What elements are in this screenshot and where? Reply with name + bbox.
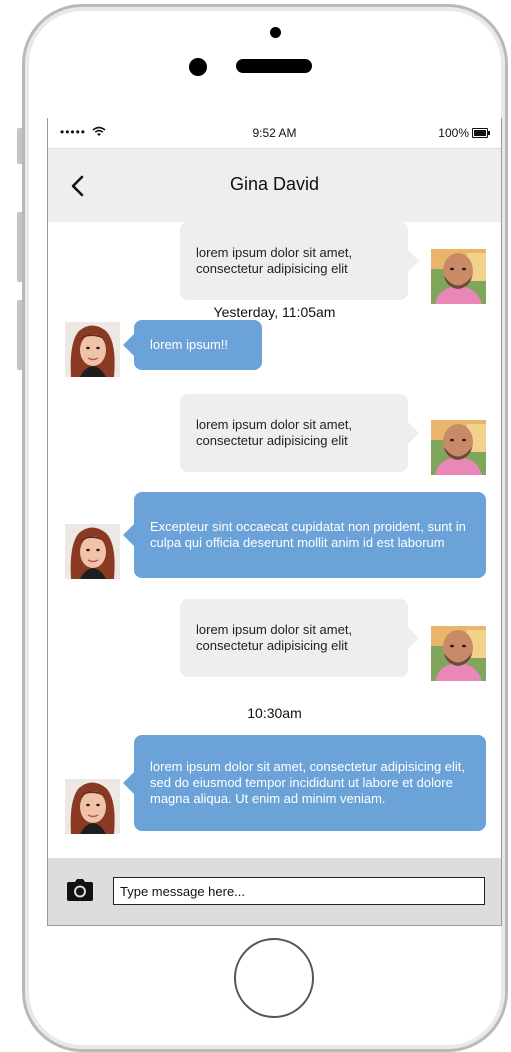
- woman-avatar-icon: [65, 322, 120, 377]
- conversation-title: Gina David: [229, 174, 320, 194]
- chat-screen: ••••• 9:52 AM 100% Gina David lorem ipsu…: [47, 118, 502, 926]
- avatar-david[interactable]: [431, 249, 486, 304]
- camera-button[interactable]: [66, 878, 94, 902]
- avatar-gina[interactable]: [65, 524, 120, 579]
- avatar-gina[interactable]: [65, 779, 120, 834]
- message-bubble-outgoing[interactable]: Excepteur sint occaecat cupidatat non pr…: [123, 492, 486, 578]
- message-bubble-incoming[interactable]: lorem ipsum dolor sit amet, consectetur …: [180, 394, 419, 472]
- front-camera: [189, 58, 207, 76]
- volume-down-button: [17, 300, 22, 370]
- message-input[interactable]: [113, 877, 485, 905]
- message-text: lorem ipsum dolor sit amet, consectetur …: [196, 245, 353, 276]
- message-text: lorem ipsum dolor sit amet, consectetur …: [196, 417, 353, 448]
- volume-up-button: [17, 212, 22, 282]
- status-bar: ••••• 9:52 AM 100%: [48, 118, 501, 149]
- battery-icon: [472, 128, 490, 138]
- camera-icon: [67, 879, 93, 901]
- message-bubble-outgoing[interactable]: lorem ipsum!!: [123, 320, 262, 370]
- woman-avatar-icon: [65, 779, 120, 834]
- navigation-bar: Gina David: [48, 149, 501, 222]
- timestamp: 10:30am: [247, 705, 302, 721]
- message-text: lorem ipsum dolor sit amet, consectetur …: [196, 622, 353, 653]
- home-button[interactable]: [234, 938, 314, 1018]
- message-bubble-incoming[interactable]: lorem ipsum dolor sit amet, consectetur …: [180, 222, 419, 300]
- message-bubble-outgoing[interactable]: lorem ipsum dolor sit amet, consectetur …: [123, 735, 486, 831]
- avatar-david[interactable]: [431, 626, 486, 681]
- avatar-gina[interactable]: [65, 322, 120, 377]
- man-avatar-icon: [431, 420, 486, 475]
- man-avatar-icon: [431, 626, 486, 681]
- message-text: Excepteur sint occaecat cupidatat non pr…: [150, 519, 466, 550]
- earpiece-speaker: [236, 59, 312, 73]
- message-text: lorem ipsum dolor sit amet, consectetur …: [150, 759, 466, 806]
- proximity-sensor: [270, 27, 281, 38]
- message-text: lorem ipsum!!: [150, 337, 229, 352]
- mute-switch: [17, 128, 22, 164]
- message-composer: [48, 858, 501, 926]
- message-bubble-incoming[interactable]: lorem ipsum dolor sit amet, consectetur …: [180, 599, 419, 677]
- avatar-david[interactable]: [431, 420, 486, 475]
- man-avatar-icon: [431, 249, 486, 304]
- woman-avatar-icon: [65, 524, 120, 579]
- timestamp: Yesterday, 11:05am: [213, 304, 336, 320]
- battery-percentage: 100%: [438, 126, 469, 140]
- status-time: 9:52 AM: [252, 126, 297, 140]
